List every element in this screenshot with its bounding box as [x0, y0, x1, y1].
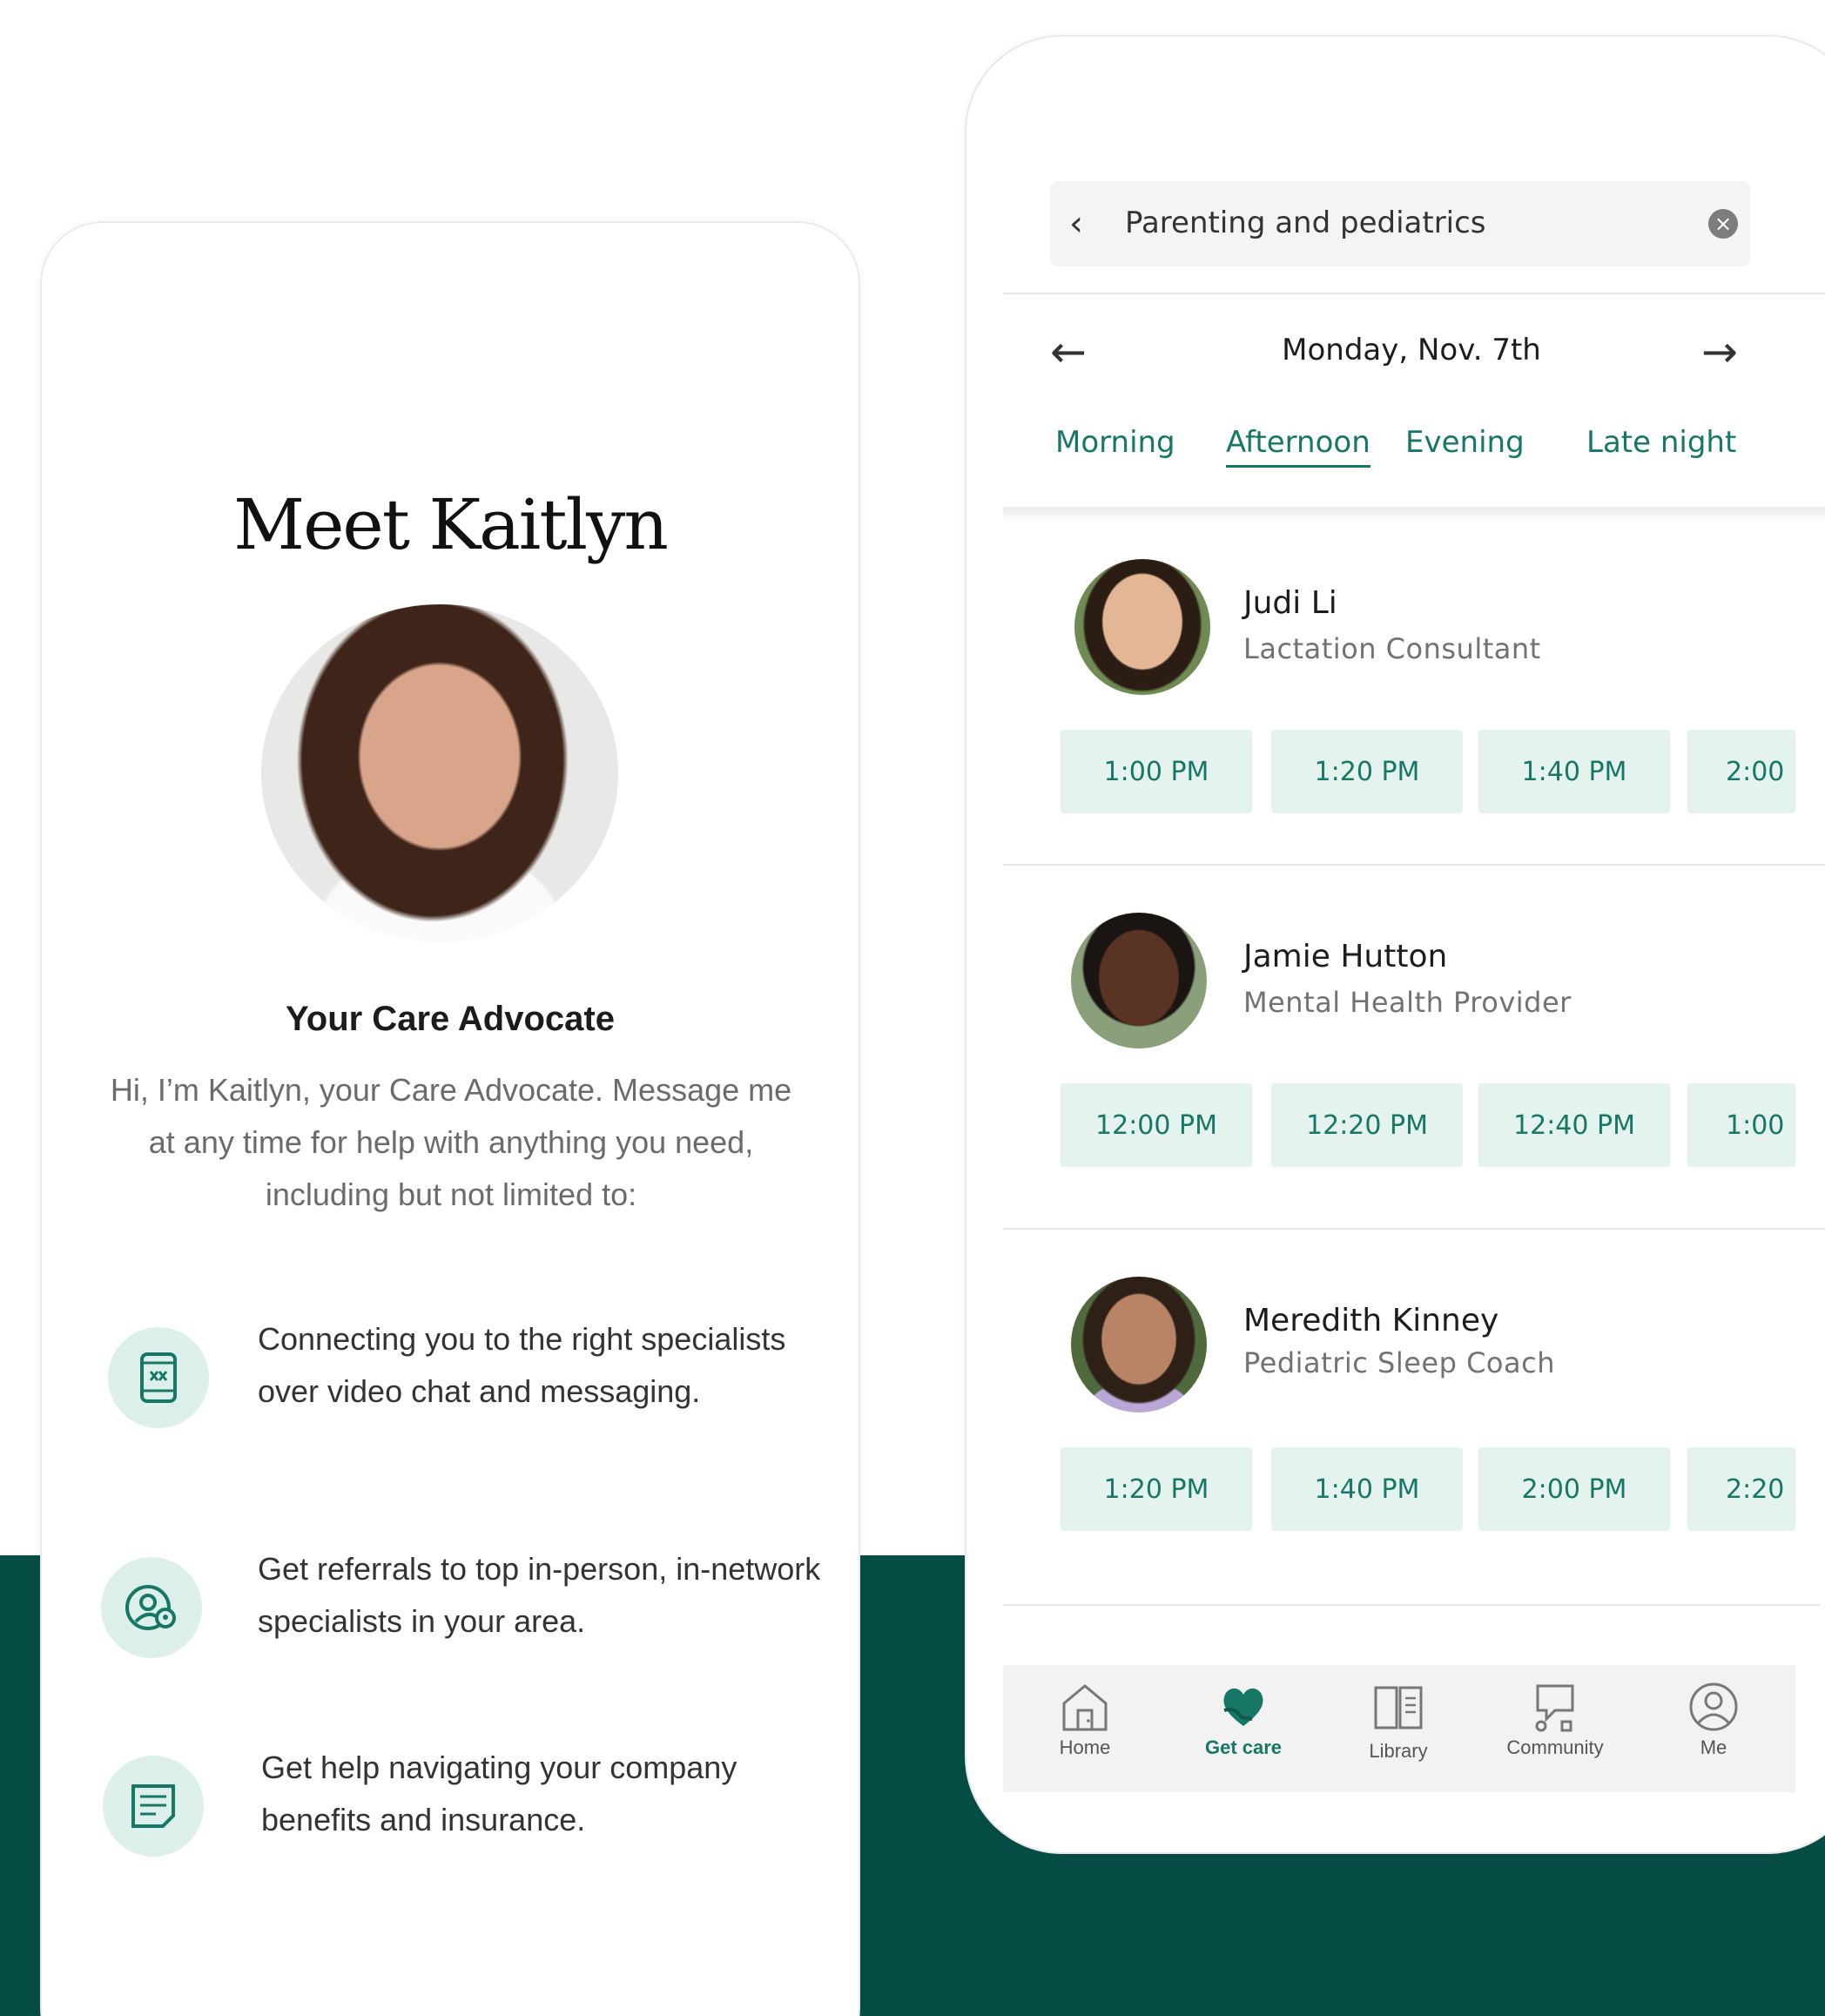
divider	[1003, 864, 1825, 866]
time-slot-button[interactable]: 12:20 PM	[1271, 1083, 1463, 1167]
person-location-icon	[101, 1557, 202, 1658]
tab-late-night[interactable]: Late night	[1586, 425, 1736, 460]
time-slot-button[interactable]: 1:20 PM	[1271, 730, 1463, 813]
document-icon	[103, 1756, 204, 1857]
tab-afternoon[interactable]: Afternoon	[1226, 425, 1370, 468]
home-icon	[1062, 1684, 1108, 1731]
nav-label: Community	[1506, 1736, 1604, 1758]
time-slot-button[interactable]: 1:20 PM	[1061, 1447, 1252, 1531]
divider	[1003, 1228, 1825, 1230]
time-slot-button[interactable]: 2:20	[1687, 1447, 1795, 1531]
divider	[1003, 1604, 1820, 1606]
advocate-avatar	[261, 604, 618, 942]
provider-role: Lactation Consultant	[1243, 632, 1541, 665]
heart-hand-icon	[1223, 1688, 1263, 1726]
feature-text: Connecting you to the right specialists …	[258, 1321, 786, 1409]
nav-label: Me	[1700, 1736, 1727, 1758]
time-slot-button[interactable]: 1:00	[1687, 1083, 1795, 1167]
clear-icon[interactable]: ×	[1708, 209, 1738, 239]
avatar	[1071, 913, 1207, 1048]
arrow-left-icon[interactable]: ←	[1050, 327, 1087, 376]
provider-role: Pediatric Sleep Coach	[1243, 1346, 1555, 1379]
time-slot-button[interactable]: 2:00	[1687, 730, 1795, 813]
book-icon	[1374, 1686, 1423, 1729]
provider-name: Meredith Kinney	[1243, 1303, 1499, 1338]
tab-evening[interactable]: Evening	[1405, 425, 1525, 460]
feature-text: Get help navigating your company benefit…	[261, 1750, 737, 1837]
chevron-left-icon[interactable]: ‹	[1069, 204, 1083, 244]
page-title: Meet Kaitlyn	[233, 484, 669, 565]
provider-name: Judi Li	[1243, 585, 1337, 621]
advocate-intro: Hi, I’m Kaitlyn, your Care Advocate. Mes…	[110, 1072, 792, 1212]
user-icon	[1689, 1682, 1738, 1731]
chat-bubble-icon	[1535, 1684, 1574, 1732]
bottom-nav: Home Get care Library Community Me	[1003, 1665, 1795, 1792]
time-slot-button[interactable]: 1:40 PM	[1271, 1447, 1463, 1531]
advocate-role: Your Care Advocate	[286, 1000, 615, 1038]
nav-library[interactable]: Library	[1329, 1665, 1468, 1792]
time-slot-button[interactable]: 12:40 PM	[1478, 1083, 1670, 1167]
divider	[1003, 293, 1825, 294]
time-slot-button[interactable]: 1:40 PM	[1478, 730, 1670, 813]
phone-chat-icon	[108, 1327, 209, 1428]
time-slot-button[interactable]: 12:00 PM	[1061, 1083, 1252, 1167]
arrow-right-icon[interactable]: →	[1701, 327, 1738, 376]
nav-get-care[interactable]: Get care	[1174, 1665, 1313, 1792]
date-label: Monday, Nov. 7th	[1282, 333, 1541, 367]
time-slot-button[interactable]: 2:00 PM	[1478, 1447, 1670, 1531]
search-input[interactable]: ‹ Parenting and pediatrics ×	[1050, 181, 1750, 266]
care-advocate-card: Meet Kaitlyn Your Care Advocate Hi, I’m …	[42, 223, 859, 2016]
provider-role: Mental Health Provider	[1243, 986, 1572, 1019]
nav-community[interactable]: Community	[1485, 1665, 1625, 1792]
search-value[interactable]: Parenting and pediatrics	[1125, 206, 1486, 240]
time-slot-button[interactable]: 1:00 PM	[1061, 730, 1252, 813]
tab-morning[interactable]: Morning	[1055, 425, 1175, 460]
booking-screen: ‹ Parenting and pediatrics × ← Monday, N…	[966, 37, 1825, 1852]
tabs-shadow	[1003, 507, 1825, 523]
nav-me[interactable]: Me	[1644, 1665, 1783, 1792]
nav-home[interactable]: Home	[1015, 1665, 1155, 1792]
provider-name: Jamie Hutton	[1243, 939, 1448, 974]
feature-text: Get referrals to top in-person, in-netwo…	[258, 1551, 821, 1639]
avatar	[1071, 1277, 1207, 1413]
avatar	[1074, 559, 1210, 695]
nav-label: Home	[1059, 1736, 1111, 1758]
nav-label: Library	[1369, 1740, 1428, 1762]
nav-label: Get care	[1204, 1736, 1283, 1758]
